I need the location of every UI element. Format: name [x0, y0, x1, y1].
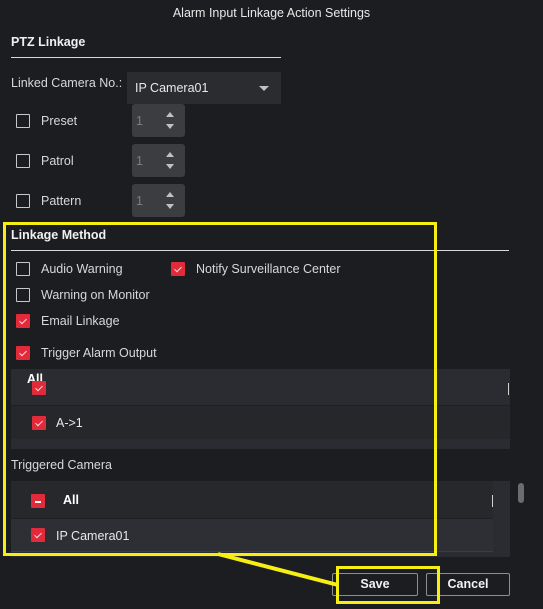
highlight-connector-line [217, 552, 339, 587]
connector-line [217, 552, 339, 587]
